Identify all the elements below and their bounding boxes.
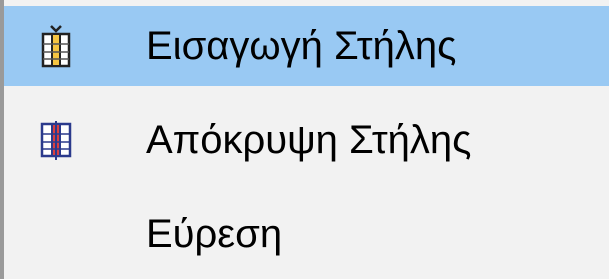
menu-item-label: Εύρεση [146,212,283,256]
context-menu: Εισαγωγή Στήλης Απόκρυψη Στήλης Εύρεση [0,0,609,279]
insert-column-icon [34,22,78,70]
menu-item-label: Εισαγωγή Στήλης [146,24,457,68]
menu-item-hide-column[interactable]: Απόκρυψη Στήλης [4,100,609,180]
menu-item-label: Απόκρυψη Στήλης [146,118,472,162]
hide-column-icon [34,116,78,164]
menu-item-find[interactable]: Εύρεση [4,194,609,274]
menu-item-insert-column[interactable]: Εισαγωγή Στήλης [4,6,609,86]
